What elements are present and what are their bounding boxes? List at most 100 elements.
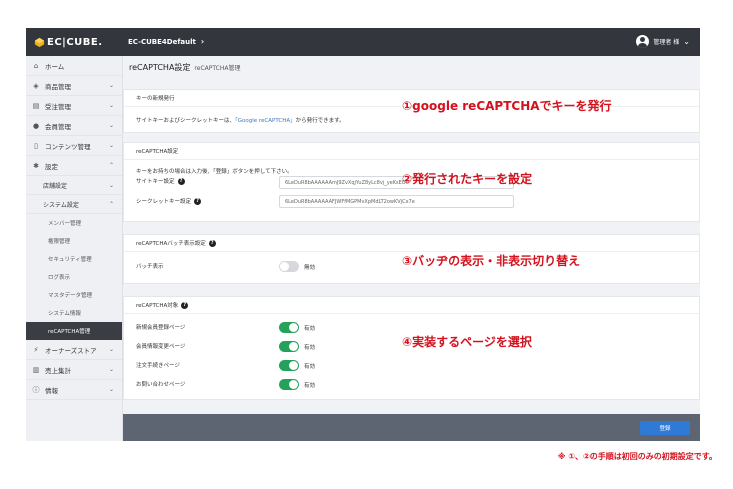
sidebar-item-home[interactable]: ⌂ ホーム <box>26 56 122 76</box>
sidebar-item-label: ホーム <box>45 62 65 71</box>
sidebar-leaf-security[interactable]: セキュリティ管理 <box>26 250 122 268</box>
chevron-down-icon: ⌄ <box>108 142 114 149</box>
card-body: 新規会員登録ページ 有効 会員情報変更ページ 有効 注文手続きページ 有効 お問… <box>124 314 699 400</box>
sidebar-leaf-members[interactable]: メンバー管理 <box>26 214 122 232</box>
user-name: 管理者 様 <box>653 39 680 46</box>
footer-action-bar: 登録 <box>123 414 700 441</box>
sidebar-item-orders[interactable]: ▤ 受注管理 ⌄ <box>26 96 122 116</box>
cart-icon: ▤ <box>32 101 40 110</box>
key-input-note: キーをお持ちの場合は入力後、「登録」ボタンを押して下さい。 <box>136 169 293 175</box>
toggle-knob <box>280 262 289 271</box>
target-toggle-state: 有効 <box>304 326 316 332</box>
users-icon: ● <box>32 121 40 130</box>
sidebar-item-label: 商品管理 <box>45 82 71 91</box>
target-toggle-register[interactable] <box>279 322 299 333</box>
sidebar-subitem-system-settings[interactable]: システム設定 ⌃ <box>26 195 122 214</box>
toggle-knob <box>289 361 298 370</box>
sidebar-leaf-masterdata[interactable]: マスタデータ管理 <box>26 286 122 304</box>
secret-key-label: シークレットキー設定 ? <box>136 197 202 205</box>
sidebar-item-label: 設定 <box>45 162 58 171</box>
help-icon[interactable]: ? <box>208 239 216 247</box>
sidebar-subitem-shop-settings[interactable]: 店舗設定 ⌄ <box>26 176 122 195</box>
card-header-text: reCAPTCHA対象 <box>136 303 179 309</box>
sidebar-item-label: 受注管理 <box>45 102 71 111</box>
sidebar-leaf-log[interactable]: ログ表示 <box>26 268 122 286</box>
user-avatar-icon <box>636 35 650 48</box>
sidebar-item-label: コンテンツ管理 <box>45 142 91 151</box>
chart-icon: ▥ <box>32 365 40 374</box>
chevron-up-icon: ⌃ <box>108 200 114 208</box>
sidebar-item-content[interactable]: ▯ コンテンツ管理 ⌄ <box>26 136 122 156</box>
site-key-label: サイトキー設定 ? <box>136 177 185 185</box>
annotation-step-4: ④実装するページを選択 <box>402 335 532 349</box>
cube-logo-icon <box>34 37 45 47</box>
chevron-down-icon: ⌄ <box>108 366 114 373</box>
target-label: 注文手続きページ <box>136 363 180 369</box>
annotation-footnote: ※ ①、②の手順は初回のみの初期設定です。 <box>557 452 717 461</box>
chevron-down-icon: ⌄ <box>108 102 114 109</box>
sidebar-item-sales-report[interactable]: ▥ 売上集計 ⌄ <box>26 360 122 380</box>
admin-window: EC|CUBE. EC-CUBE4Default › 管理者 様 ⌄ ⌂ ホーム… <box>26 28 700 441</box>
google-recaptcha-link[interactable]: 「Google reCAPTCHA」 <box>235 118 296 124</box>
sidebar-item-label: 会員管理 <box>45 122 71 131</box>
toggle-knob <box>289 380 298 389</box>
sidebar-item-label: オーナーズストア <box>45 346 97 355</box>
cube-icon: ◈ <box>33 81 39 90</box>
sidebar-item-owners-store[interactable]: ⚡ オーナーズストア ⌄ <box>26 340 122 360</box>
top-bar: EC|CUBE. EC-CUBE4Default › 管理者 様 ⌄ <box>26 28 700 56</box>
plug-icon: ⚡ <box>33 345 39 354</box>
ec-cube-logo[interactable]: EC|CUBE. <box>34 36 103 48</box>
file-icon: ▯ <box>34 141 38 150</box>
key-issue-text-before: サイトキーおよびシークレットキーは、 <box>136 118 236 124</box>
shop-switcher[interactable]: EC-CUBE4Default › <box>128 37 204 46</box>
target-toggle-shopping[interactable] <box>279 360 299 371</box>
sidebar: ⌂ ホーム ◈ 商品管理 ⌄ ▤ 受注管理 ⌄ ● 会員管理 ⌄ ▯ コンテンツ… <box>26 56 123 441</box>
toggle-knob <box>289 323 298 332</box>
target-toggle-mypage-change[interactable] <box>279 341 299 352</box>
chevron-down-icon: ⌄ <box>108 386 114 393</box>
target-label: 新規会員登録ページ <box>136 325 186 331</box>
sidebar-item-products[interactable]: ◈ 商品管理 ⌄ <box>26 76 122 96</box>
sidebar-item-customers[interactable]: ● 会員管理 ⌄ <box>26 116 122 136</box>
chevron-right-icon: › <box>200 37 205 46</box>
logo-text: EC|CUBE. <box>47 36 103 48</box>
target-label: 会員情報変更ページ <box>136 344 186 350</box>
sidebar-subitem-label: システム設定 <box>43 201 79 209</box>
user-menu[interactable]: 管理者 様 ⌄ <box>636 35 690 48</box>
annotation-step-2: ②発行されたキーを設定 <box>402 172 533 186</box>
gear-icon: ✱ <box>33 161 39 170</box>
home-icon: ⌂ <box>33 61 39 70</box>
card-header-text: reCAPTCHAバッチ表示設定 <box>136 241 206 247</box>
sidebar-leaf-authority[interactable]: 権限管理 <box>26 232 122 250</box>
toggle-knob <box>289 342 298 351</box>
chevron-down-icon: ⌄ <box>108 122 114 129</box>
page-title: reCAPTCHA設定 <box>129 63 191 72</box>
register-button[interactable]: 登録 <box>640 421 690 435</box>
sidebar-item-settings[interactable]: ✱ 設定 ⌃ <box>26 156 122 176</box>
shop-name: EC-CUBE4Default <box>128 37 196 46</box>
chevron-down-icon: ⌄ <box>108 181 114 189</box>
chevron-down-icon: ⌄ <box>683 37 690 46</box>
page-subtitle: reCAPTCHA管理 <box>194 65 241 72</box>
target-label: お問い合わせページ <box>136 382 186 388</box>
chevron-down-icon: ⌄ <box>108 82 114 89</box>
chevron-up-icon: ⌃ <box>108 162 114 169</box>
target-toggle-contact[interactable] <box>279 379 299 390</box>
chevron-down-icon: ⌄ <box>108 346 114 353</box>
secret-key-input[interactable] <box>279 195 514 208</box>
badge-toggle[interactable] <box>279 261 299 272</box>
card-header: reCAPTCHA設定 <box>124 143 699 160</box>
sidebar-leaf-system-info[interactable]: システム情報 <box>26 304 122 322</box>
sidebar-subitem-label: 店舗設定 <box>43 182 68 190</box>
help-icon[interactable]: ? <box>181 301 189 309</box>
badge-label: バッチ表示 <box>136 264 164 270</box>
help-icon[interactable]: ? <box>194 197 202 205</box>
sidebar-item-label: 売上集計 <box>45 366 71 375</box>
sidebar-item-info[interactable]: ⓘ 情報 ⌄ <box>26 380 122 400</box>
help-icon[interactable]: ? <box>177 177 185 185</box>
secret-key-label-text: シークレットキー設定 <box>136 199 192 205</box>
annotation-step-3: ③バッヂの表示・非表示切り替え <box>402 254 581 268</box>
sidebar-leaf-recaptcha[interactable]: reCAPTCHA管理 <box>26 322 122 340</box>
target-toggle-state: 有効 <box>304 383 316 389</box>
info-icon: ⓘ <box>32 385 40 394</box>
